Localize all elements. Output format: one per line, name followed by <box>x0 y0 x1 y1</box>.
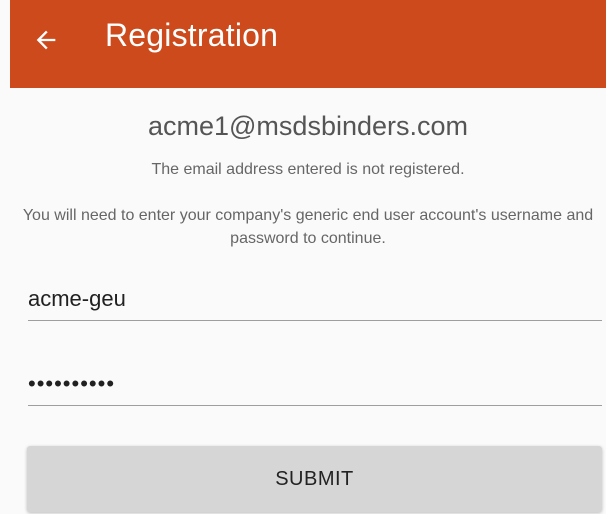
status-message: The email address entered is not registe… <box>151 161 465 178</box>
username-field[interactable] <box>28 277 602 321</box>
back-button[interactable] <box>20 14 72 66</box>
app-bar: Registration <box>10 0 606 88</box>
password-field[interactable] <box>28 362 602 406</box>
arrow-left-icon <box>32 26 60 54</box>
instructions-text: You will need to enter your company's ge… <box>22 207 594 247</box>
submit-button[interactable]: SUBMIT <box>27 446 602 512</box>
email-address-text: acme1@msdsbinders.com <box>147 111 469 141</box>
page-title: Registration <box>105 17 279 53</box>
